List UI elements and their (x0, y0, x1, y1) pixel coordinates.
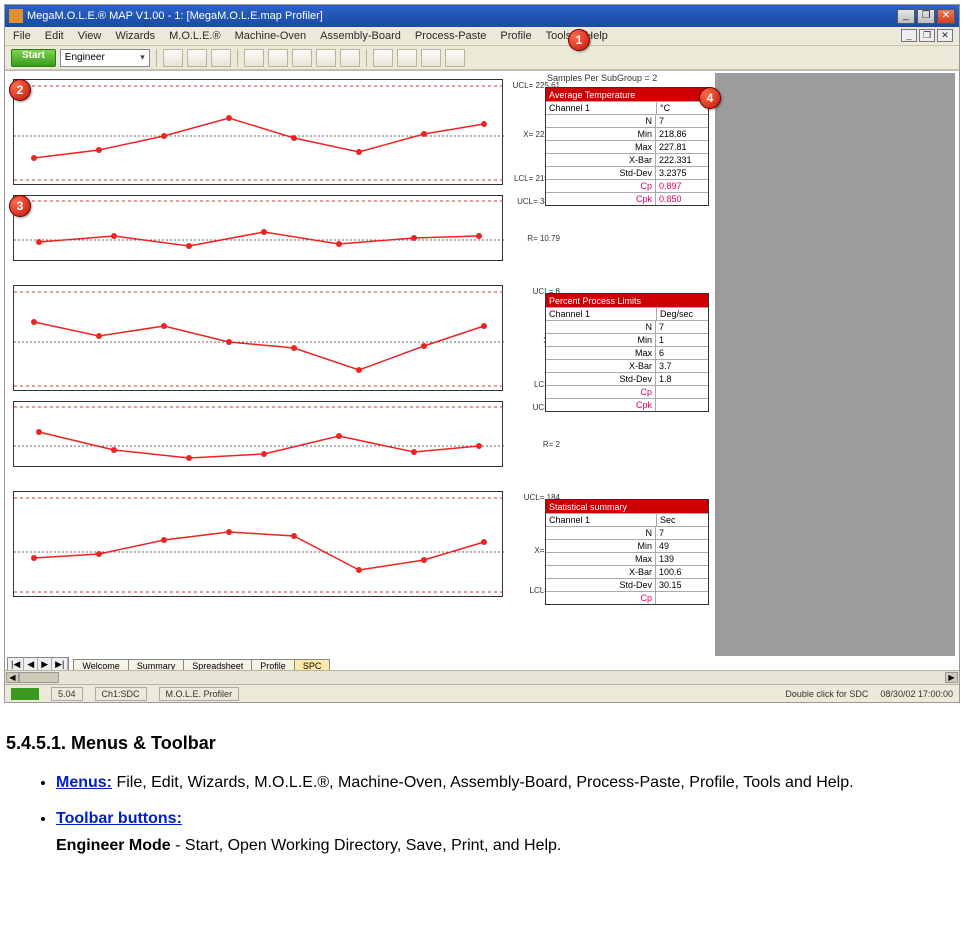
doc-close-button[interactable]: ✕ (937, 29, 953, 42)
menu-assembly-board[interactable]: Assembly-Board (320, 30, 401, 42)
table-header: Statistical summary (546, 500, 708, 513)
engineer-mode-text: - Start, Open Working Directory, Save, P… (171, 837, 562, 854)
menu-mole[interactable]: M.O.L.E.® (169, 30, 221, 42)
tool-button[interactable] (421, 49, 441, 67)
table-header: Average Temperature (546, 88, 708, 101)
callout-1: 1 (568, 29, 590, 51)
center-label: R= 10.79 (527, 234, 560, 243)
center-label: R= 2 (543, 440, 560, 449)
xbar-chart-b: UCL= 8 X= 4 LCL= 1 (13, 285, 503, 391)
minimize-button[interactable]: _ (897, 9, 915, 24)
tool-button[interactable] (316, 49, 336, 67)
doc-max-button[interactable]: ❐ (919, 29, 935, 42)
spc-view: Samples Per SubGroup = 2 UCL= 225.61 X= … (5, 71, 959, 684)
menus-link[interactable]: Menus: (56, 774, 112, 791)
table-header: Percent Process Limits (546, 294, 708, 307)
xbar-chart-c: UCL= 184 X= 100 LCL= 45 (13, 491, 503, 597)
separator (156, 49, 157, 67)
separator (366, 49, 367, 67)
xbar-chart-a: UCL= 225.61 X= 222.33 LCL= 219.07 (13, 79, 503, 185)
tool-button[interactable] (340, 49, 360, 67)
status-datetime: 08/30/02 17:00:00 (880, 689, 953, 699)
maximize-button[interactable]: ❐ (917, 9, 935, 24)
mode-value: Engineer (65, 52, 105, 63)
stats-table-b: Percent Process Limits Channel 1Deg/sec … (545, 293, 709, 412)
tool-button[interactable] (268, 49, 288, 67)
stats-table-a: Average Temperature Channel 1°C N7 Min21… (545, 87, 709, 206)
scroll-left-icon[interactable]: ◀ (6, 672, 19, 683)
empty-pane (715, 73, 955, 656)
bullet-menus: Menus: File, Edit, Wizards, M.O.L.E.®, M… (56, 772, 960, 794)
menu-bar: File Edit View Wizards M.O.L.E.® Machine… (5, 27, 959, 46)
doc-min-button[interactable]: _ (901, 29, 917, 42)
app-screenshot: MegaM.O.L.E.® MAP V1.00 - 1: [MegaM.O.L.… (4, 4, 960, 703)
section-heading: 5.4.5.1. Menus & Toolbar (6, 733, 960, 754)
mode-select[interactable]: Engineer (60, 49, 150, 67)
menu-view[interactable]: View (78, 30, 102, 42)
toolbar-link[interactable]: Toolbar buttons: (56, 810, 182, 827)
status-hint: Double click for SDC (785, 689, 868, 699)
toolbar: Start Engineer (5, 46, 959, 70)
print-button[interactable] (211, 49, 231, 67)
app-icon (9, 9, 23, 23)
doc-section: 5.4.5.1. Menus & Toolbar Menus: File, Ed… (0, 733, 966, 895)
tool-button[interactable] (292, 49, 312, 67)
menu-file[interactable]: File (13, 30, 31, 42)
start-button[interactable]: Start (11, 49, 56, 67)
open-button[interactable] (163, 49, 183, 67)
engineer-mode-label: Engineer Mode (56, 837, 171, 854)
menus-text: File, Edit, Wizards, M.O.L.E.®, Machine-… (112, 774, 854, 791)
scroll-right-icon[interactable]: ▶ (945, 672, 958, 683)
r-chart-b: UCL= 6 R= 2 (13, 401, 503, 467)
status-indicator (11, 688, 39, 700)
status-channel: Ch1:SDC (95, 687, 147, 701)
menu-machine-oven[interactable]: Machine-Oven (235, 30, 307, 42)
tool-button[interactable] (244, 49, 264, 67)
col-label: Channel 1 (546, 102, 656, 114)
close-button[interactable]: ✕ (937, 9, 955, 24)
scroll-thumb[interactable] (19, 672, 59, 683)
menu-profile[interactable]: Profile (500, 30, 531, 42)
title-bar: MegaM.O.L.E.® MAP V1.00 - 1: [MegaM.O.L.… (5, 5, 959, 27)
menu-wizards[interactable]: Wizards (115, 30, 155, 42)
menu-edit[interactable]: Edit (45, 30, 64, 42)
tool-button[interactable] (397, 49, 417, 67)
callout-3: 3 (9, 195, 31, 217)
status-bar: 5.04 Ch1:SDC M.O.L.E. Profiler Double cl… (5, 684, 959, 702)
callout-2: 2 (9, 79, 31, 101)
status-value: 5.04 (51, 687, 83, 701)
window-title: MegaM.O.L.E.® MAP V1.00 - 1: [MegaM.O.L.… (27, 10, 897, 22)
callout-4: 4 (699, 87, 721, 109)
work-area: Samples Per SubGroup = 2 UCL= 225.61 X= … (5, 70, 959, 684)
separator (237, 49, 238, 67)
help-button[interactable] (445, 49, 465, 67)
status-device: M.O.L.E. Profiler (159, 687, 240, 701)
h-scrollbar[interactable]: ◀ ▶ (5, 670, 959, 684)
stats-table-c: Statistical summary Channel 1Sec N7 Min4… (545, 499, 709, 605)
r-chart-a: UCL= 34.21 R= 10.79 (13, 195, 503, 261)
menu-process-paste[interactable]: Process-Paste (415, 30, 487, 42)
tool-button[interactable] (373, 49, 393, 67)
bullet-toolbar: Toolbar buttons: Engineer Mode - Start, … (56, 808, 960, 857)
subgroup-label: Samples Per SubGroup = 2 (547, 73, 657, 83)
save-button[interactable] (187, 49, 207, 67)
